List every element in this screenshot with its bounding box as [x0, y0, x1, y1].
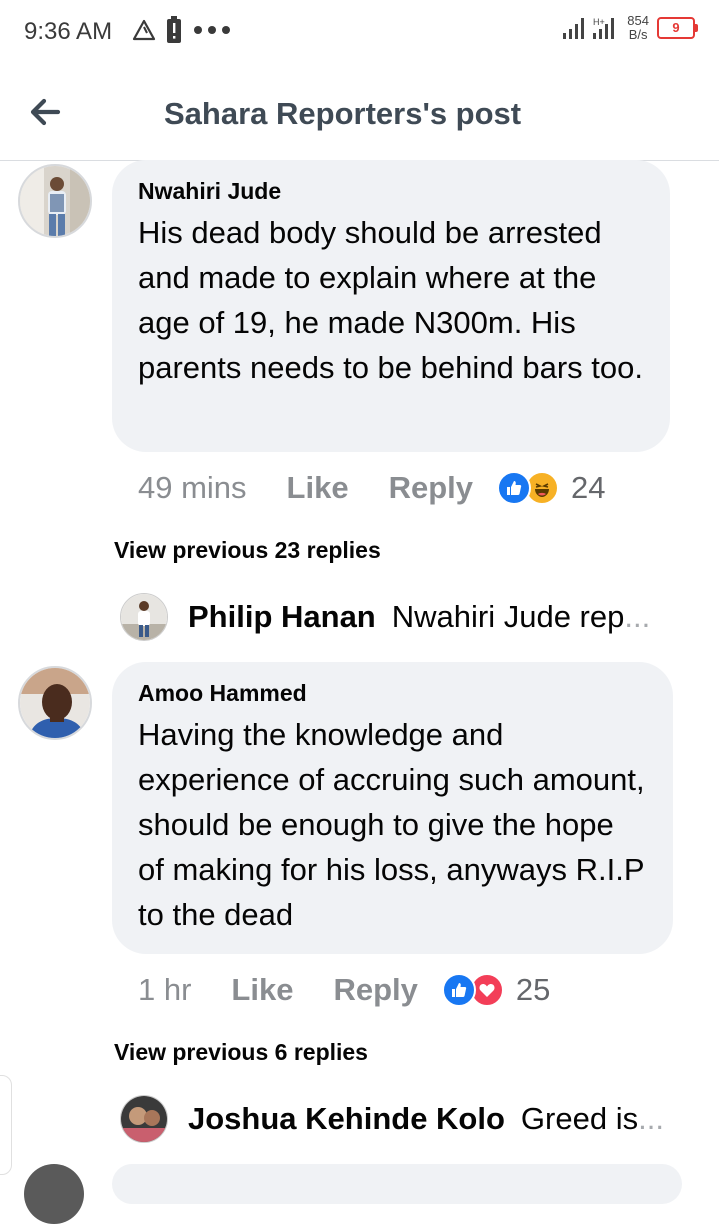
network-speed-unit: B/s — [628, 27, 648, 42]
reply-avatar[interactable] — [120, 1095, 168, 1143]
reply-ellipsis: ... — [638, 1101, 664, 1136]
comment-bubble[interactable]: Amoo Hammed Having the knowledge and exp… — [112, 662, 673, 954]
comment-bubble[interactable]: Nwahiri Jude His dead body should be arr… — [112, 160, 670, 452]
comment-time[interactable]: 1 hr — [138, 972, 191, 1008]
comment-author[interactable]: Nwahiri Jude — [138, 176, 644, 206]
reply-snippet: Nwahiri Jude rep — [391, 599, 625, 634]
signal-icon: H+ — [563, 17, 615, 39]
status-system-icons: H+ 854 B/s 9 — [563, 14, 698, 42]
reaction-count[interactable]: 24 — [571, 470, 605, 506]
comment-meta: 49 mins Like Reply 24 — [138, 468, 605, 508]
reply-button[interactable]: Reply — [333, 972, 417, 1008]
view-previous-replies[interactable]: View previous 23 replies — [114, 537, 381, 564]
battery-icon: 9 — [657, 17, 698, 39]
post-header: Sahara Reporters's post — [0, 66, 719, 161]
reply-button[interactable]: Reply — [389, 470, 473, 506]
back-button[interactable] — [24, 92, 68, 132]
comment-text: His dead body should be arrested and mad… — [138, 215, 643, 385]
next-comment-avatar-partial — [24, 1164, 84, 1224]
svg-text:H+: H+ — [593, 17, 605, 27]
comment-time[interactable]: 49 mins — [138, 470, 247, 506]
network-speed: 854 B/s — [627, 14, 649, 42]
reaction-count[interactable]: 25 — [516, 972, 550, 1008]
avatar[interactable] — [18, 164, 92, 238]
like-button[interactable]: Like — [231, 972, 293, 1008]
latest-reply[interactable]: Joshua Kehinde Kolo Greed is... — [120, 1095, 664, 1143]
latest-reply[interactable]: Philip Hanan Nwahiri Jude rep... — [120, 593, 650, 641]
comment-author[interactable]: Amoo Hammed — [138, 678, 647, 708]
network-speed-value: 854 — [627, 13, 649, 28]
reactions[interactable]: 24 — [497, 470, 605, 506]
reply-ellipsis: ... — [624, 599, 651, 634]
like-reaction-icon — [441, 973, 476, 1007]
next-comment-bubble-partial — [112, 1164, 682, 1204]
avatar[interactable] — [18, 666, 92, 740]
status-bar: 9:36 AM H+ 854 B/s 9 — [0, 0, 719, 66]
more-dots-icon — [194, 26, 230, 34]
comment-text: Having the knowledge and experience of a… — [138, 717, 645, 932]
reply-snippet: Greed is — [520, 1101, 639, 1136]
reply-author[interactable]: Joshua Kehinde Kolo — [188, 1101, 505, 1137]
page-title: Sahara Reporters's post — [164, 96, 522, 131]
like-button[interactable]: Like — [287, 470, 349, 506]
view-previous-replies[interactable]: View previous 6 replies — [114, 1039, 368, 1066]
back-arrow-icon — [30, 98, 61, 126]
left-edge-handle — [0, 1075, 12, 1175]
status-notification-icons — [132, 16, 232, 44]
warning-triangle-icon — [132, 19, 156, 41]
reply-author[interactable]: Philip Hanan — [188, 599, 376, 635]
like-reaction-icon — [497, 471, 531, 505]
reply-avatar[interactable] — [120, 593, 168, 641]
reactions[interactable]: 25 — [441, 972, 550, 1008]
battery-saver-icon — [167, 16, 181, 43]
status-time: 9:36 AM — [24, 18, 113, 45]
comment-meta: 1 hr Like Reply 25 — [138, 970, 550, 1010]
